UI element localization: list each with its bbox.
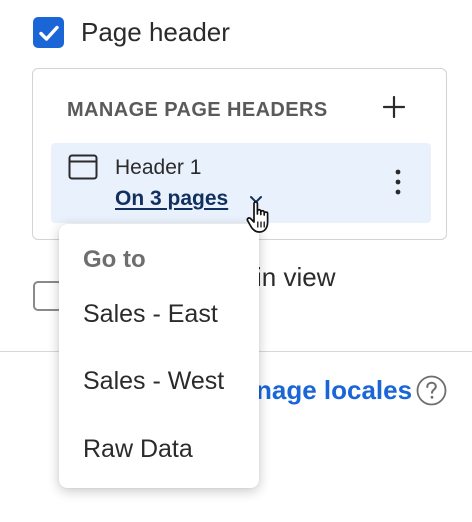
menu-item-sales-east[interactable]: Sales - East <box>83 300 218 329</box>
manage-locales-link[interactable]: nage locales <box>256 375 412 406</box>
header-name: Header 1 <box>115 156 202 179</box>
page-header-label: Page header <box>81 17 230 47</box>
hand-cursor-icon <box>246 201 269 233</box>
menu-header: Go to <box>83 246 146 273</box>
window-icon <box>68 154 98 180</box>
menu-item-raw-data[interactable]: Raw Data <box>83 435 193 464</box>
page-root: Page header MANAGE PAGE HEADERS Header 1… <box>0 0 472 522</box>
header-list-item[interactable]: Header 1 On 3 pages <box>51 143 431 223</box>
menu-item-sales-west[interactable]: Sales - West <box>83 367 224 396</box>
second-option-label: in view <box>256 262 336 292</box>
page-header-option[interactable]: Page header <box>33 17 230 48</box>
page-header-checkbox[interactable] <box>33 17 64 48</box>
manage-page-headers-panel: MANAGE PAGE HEADERS Header 1 On 3 pages <box>32 68 447 240</box>
add-header-button[interactable] <box>380 93 408 121</box>
kebab-icon[interactable] <box>395 169 401 195</box>
plus-icon <box>383 96 405 118</box>
check-icon <box>38 25 59 41</box>
panel-title: MANAGE PAGE HEADERS <box>67 99 328 121</box>
help-icon[interactable] <box>416 375 447 406</box>
pages-link[interactable]: On 3 pages <box>115 187 228 211</box>
go-to-menu: Go to Sales - East Sales - West Raw Data <box>59 224 259 488</box>
